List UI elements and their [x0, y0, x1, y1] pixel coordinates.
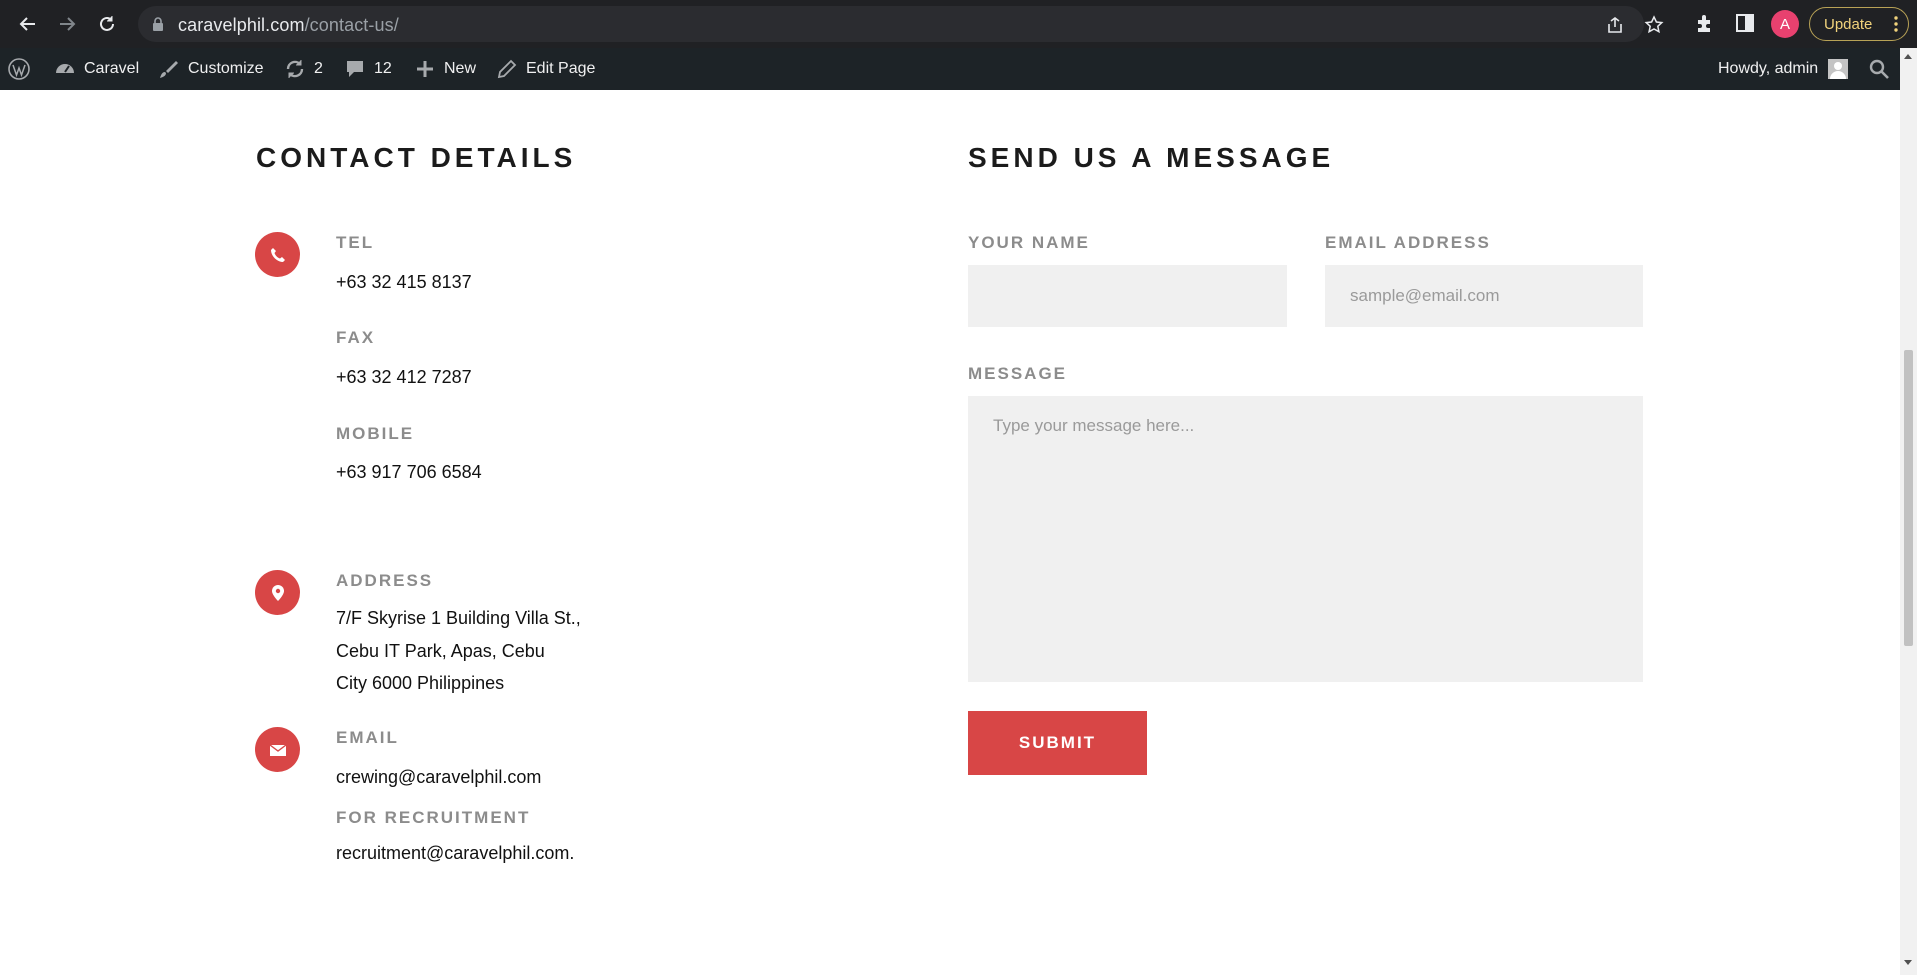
address-bar[interactable]: caravelphil.com/contact-us/: [138, 6, 1664, 42]
phone-icon: [270, 247, 285, 262]
page-scrollbar[interactable]: [1900, 48, 1917, 975]
scroll-down-arrow-icon[interactable]: [1904, 960, 1912, 965]
map-pin-icon: [271, 584, 284, 601]
updates-count: 2: [314, 60, 323, 77]
arrow-right-icon: [60, 17, 76, 31]
url-text: caravelphil.com/contact-us/: [178, 15, 399, 36]
updates-link[interactable]: 2: [284, 48, 323, 90]
fax-label: FAX: [336, 328, 376, 347]
fax-value: +63 32 412 7287: [336, 367, 472, 387]
wp-admin-bar: Caravel Customize 2 12 New Edit Page How…: [0, 48, 1917, 90]
email-label: EMAIL: [336, 728, 399, 747]
new-label: New: [444, 60, 477, 77]
recruitment-label: FOR RECRUITMENT: [336, 808, 531, 827]
howdy-label: Howdy, admin: [1718, 60, 1819, 77]
comments-count: 12: [374, 60, 392, 77]
message-textarea[interactable]: [968, 396, 1643, 682]
envelope-icon: [269, 743, 286, 756]
send-message-heading: SEND US A MESSAGE: [968, 142, 1335, 173]
side-panel-icon[interactable]: [1734, 12, 1756, 34]
plus-icon: [417, 61, 433, 77]
wp-logo-menu[interactable]: [8, 48, 30, 90]
customize-link[interactable]: Customize: [158, 48, 264, 90]
back-button[interactable]: [14, 10, 42, 38]
pencil-icon: [497, 59, 517, 79]
dashboard-icon: [56, 64, 74, 73]
extensions-puzzle-icon[interactable]: [1694, 12, 1716, 34]
scroll-up-arrow-icon[interactable]: [1904, 54, 1912, 59]
email-circle: [255, 727, 300, 772]
arrow-left-icon: [19, 17, 35, 31]
new-content-menu[interactable]: New: [414, 48, 476, 90]
location-circle: [255, 570, 300, 615]
wordpress-icon: [8, 58, 30, 80]
search-icon[interactable]: [1868, 58, 1890, 80]
recruitment-email-link[interactable]: recruitment@caravelphil.com.: [336, 843, 574, 864]
lock-icon: [153, 17, 163, 31]
paintbrush-icon: [160, 61, 178, 78]
address-label: ADDRESS: [336, 571, 434, 590]
tel-label: TEL: [336, 233, 375, 252]
scroll-thumb[interactable]: [1904, 350, 1913, 646]
name-input[interactable]: [968, 265, 1287, 327]
site-name-label: Caravel: [84, 60, 140, 77]
address-line: City 6000 Philippines: [336, 673, 505, 693]
reload-button[interactable]: [93, 10, 121, 38]
share-icon[interactable]: [1605, 15, 1625, 35]
contact-details-heading: CONTACT DETAILS: [256, 142, 577, 173]
comment-bubble-icon: [347, 61, 363, 77]
forward-button[interactable]: [53, 10, 81, 38]
url-domain: caravelphil.com: [178, 15, 305, 35]
message-label: MESSAGE: [968, 364, 1068, 383]
edit-page-link[interactable]: Edit Page: [496, 48, 595, 90]
updates-icon: [286, 60, 304, 78]
mobile-value: +63 917 706 6584: [336, 462, 482, 482]
my-account-menu[interactable]: Howdy, admin: [1718, 48, 1849, 90]
admin-avatar: [1828, 59, 1849, 79]
customize-label: Customize: [188, 60, 264, 77]
profile-avatar[interactable]: A: [1771, 10, 1799, 38]
address-line: Cebu IT Park, Apas, Cebu: [336, 641, 545, 661]
edit-page-label: Edit Page: [526, 60, 596, 77]
site-name-menu[interactable]: Caravel: [54, 48, 139, 90]
tel-value: +63 32 415 8137: [336, 272, 472, 292]
email-input[interactable]: [1325, 265, 1643, 327]
email-address-label: EMAIL ADDRESS: [1325, 233, 1491, 252]
update-label: Update: [1824, 15, 1873, 33]
bookmark-star-icon[interactable]: [1644, 15, 1664, 35]
your-name-label: YOUR NAME: [968, 233, 1090, 252]
update-button[interactable]: Update: [1809, 7, 1909, 41]
more-vert-icon: [1894, 16, 1898, 32]
reload-icon: [100, 16, 114, 31]
mobile-label: MOBILE: [336, 424, 415, 443]
address-line: 7/F Skyrise 1 Building Villa St.,: [336, 608, 581, 628]
email-link[interactable]: crewing@caravelphil.com: [336, 767, 541, 788]
browser-toolbar: caravelphil.com/contact-us/ A Update: [0, 0, 1917, 48]
comments-link[interactable]: 12: [344, 48, 392, 90]
phone-circle: [255, 232, 300, 277]
submit-button[interactable]: SUBMIT: [968, 711, 1147, 775]
url-path: /contact-us/: [304, 15, 399, 35]
